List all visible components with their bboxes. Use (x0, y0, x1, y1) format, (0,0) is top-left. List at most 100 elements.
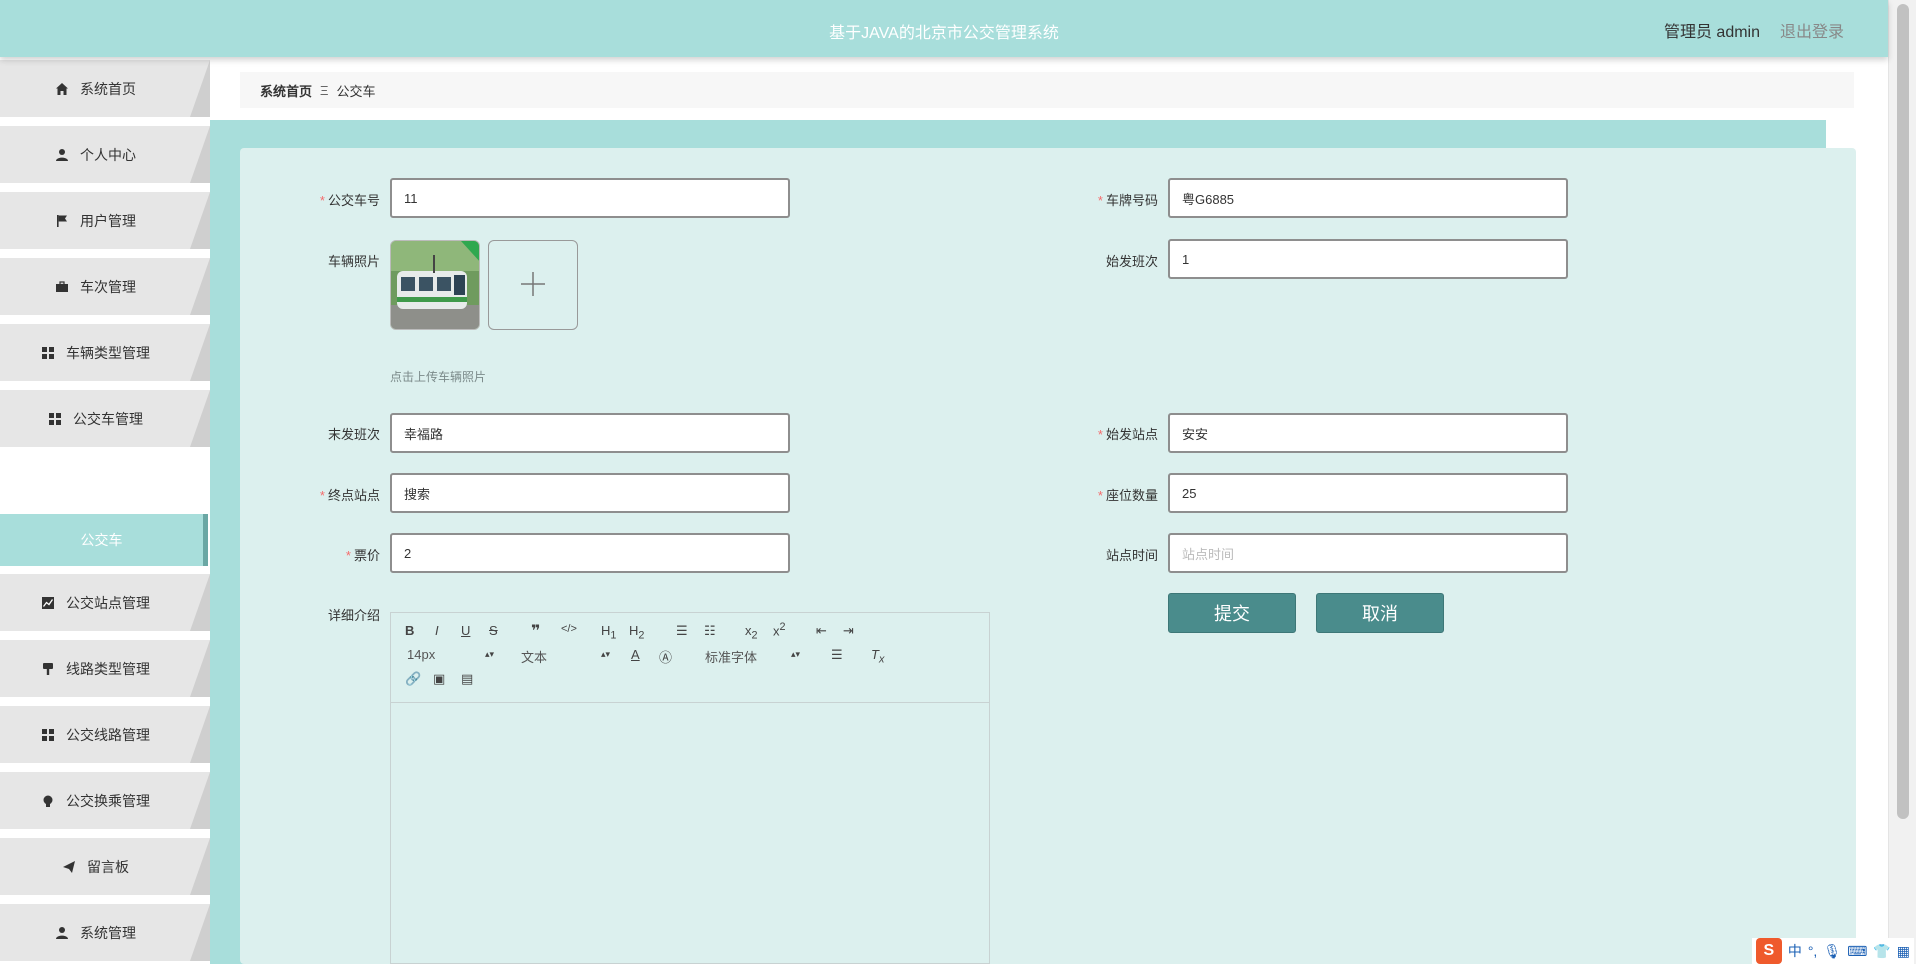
editor-toolbar: B I U S ❞ </> H1 H2 ☰ ☷ x2 x2 ⇤ ⇥ 14px ▴▾… (391, 613, 989, 703)
bold-icon[interactable]: B (405, 623, 414, 638)
blockquote-icon[interactable]: ❞ (531, 621, 540, 641)
link-icon[interactable]: 🔗 (405, 671, 421, 687)
user-icon (54, 925, 70, 941)
sidebar-item-label: 车次管理 (80, 278, 136, 295)
seats-input[interactable]: 25 (1168, 473, 1568, 513)
ordered-list-icon[interactable]: ☰ (676, 623, 688, 639)
ime-punctuation[interactable]: °, (1808, 943, 1818, 959)
sidebar-item-label: 公交站点管理 (66, 594, 150, 611)
bullet-list-icon[interactable]: ☷ (704, 623, 716, 639)
flag-icon (54, 213, 70, 229)
submit-button[interactable]: 提交 (1168, 593, 1296, 633)
sidebar-item-vehicle-types[interactable]: 车辆类型管理 (0, 324, 210, 381)
sidebar-item-label: 用户管理 (80, 212, 136, 229)
h1-icon[interactable]: H1 (601, 623, 616, 642)
sidebar-item-label: 公交车管理 (73, 410, 143, 427)
sidebar-subitem-bus[interactable]: 公交车 (0, 514, 208, 566)
align-icon[interactable]: ☰ (831, 647, 843, 663)
video-icon[interactable]: ▤ (461, 671, 473, 687)
subscript-icon[interactable]: x2 (745, 623, 758, 642)
end-station-input[interactable]: 搜索 (390, 473, 790, 513)
indent-icon[interactable]: ⇥ (843, 623, 854, 639)
sidebar-item-route-types[interactable]: 线路类型管理 (0, 640, 210, 697)
breadcrumb-current: 公交车 (336, 83, 376, 99)
upload-hint: 点击上传车辆照片 (390, 370, 487, 384)
plus-icon (519, 270, 547, 301)
keyboard-icon[interactable]: ⌨ (1847, 943, 1867, 960)
sidebar-item-home[interactable]: 系统首页 (0, 60, 210, 117)
font-color-icon[interactable]: A (631, 647, 640, 662)
microphone-icon[interactable]: 🎙 (1823, 943, 1841, 960)
upload-photo-button[interactable] (488, 240, 578, 330)
chart-icon (40, 595, 56, 611)
first-trip-label: 始发班次 (1105, 254, 1158, 269)
clear-format-icon[interactable]: Tx (871, 647, 884, 666)
fare-input[interactable]: 2 (390, 533, 790, 573)
grid-menu-icon[interactable]: ▦ (1897, 943, 1910, 960)
send-icon (61, 859, 77, 875)
ime-mode[interactable]: 中 (1788, 941, 1802, 961)
sidebar-item-label: 公交线路管理 (66, 726, 150, 743)
sidebar-item-label: 个人中心 (80, 146, 136, 163)
block-type-select[interactable]: 文本 ▴▾ (521, 647, 610, 666)
sidebar-item-routes[interactable]: 公交线路管理 (0, 706, 210, 763)
italic-icon[interactable]: I (435, 623, 439, 638)
sidebar-item-label: 车辆类型管理 (66, 344, 150, 361)
top-header: 基于JAVA的北京市公交管理系统 管理员 admin 退出登录 (0, 0, 1888, 57)
rich-text-editor: B I U S ❞ </> H1 H2 ☰ ☷ x2 x2 ⇤ ⇥ 14px ▴▾… (390, 612, 990, 964)
last-trip-input[interactable]: 幸福路 (390, 413, 790, 453)
start-station-label: * 始发站点 (1097, 427, 1158, 442)
fare-label: * 票价 (345, 548, 380, 563)
bulb-icon (40, 793, 56, 809)
sidebar-item-profile[interactable]: 个人中心 (0, 126, 210, 183)
breadcrumb: 系统首页 Ξ 公交车 (240, 72, 1854, 108)
brush-icon (40, 661, 56, 677)
plate-input[interactable]: 粤G6885 (1168, 178, 1568, 218)
photo-label: 车辆照片 (327, 254, 380, 269)
briefcase-icon (54, 279, 70, 295)
underline-icon[interactable]: U (461, 623, 470, 638)
first-trip-input[interactable]: 1 (1168, 239, 1568, 279)
station-time-input[interactable]: 站点时间 (1168, 533, 1568, 573)
strike-icon[interactable]: S (489, 623, 498, 638)
vehicle-photo[interactable] (390, 240, 480, 330)
background-color-icon[interactable]: Ⓐ (659, 647, 672, 666)
sidebar-item-system[interactable]: 系统管理 (0, 904, 210, 961)
code-icon[interactable]: </> (561, 623, 577, 635)
grid-icon (47, 411, 63, 427)
h2-icon[interactable]: H2 (629, 623, 644, 642)
sidebar-item-stations[interactable]: 公交站点管理 (0, 574, 210, 631)
breadcrumb-home[interactable]: 系统首页 (260, 81, 312, 100)
start-station-input[interactable]: 安安 (1168, 413, 1568, 453)
sidebar-item-bus-management[interactable]: 公交车管理 (0, 390, 210, 447)
app-title: 基于JAVA的北京市公交管理系统 (829, 25, 1059, 42)
sidebar-item-trips[interactable]: 车次管理 (0, 258, 210, 315)
bus-no-input[interactable]: 11 (390, 178, 790, 218)
grid-icon (40, 345, 56, 361)
sidebar: 系统首页 个人中心 用户管理 车次管理 车辆类型管理 公交车管理 公交车 公交站… (0, 60, 210, 964)
font-size-select[interactable]: 14px ▴▾ (407, 647, 495, 662)
image-icon[interactable]: ▣ (433, 671, 445, 687)
user-icon (54, 147, 70, 163)
font-family-select[interactable]: 标准字体 ▴▾ (705, 647, 803, 666)
logout-link[interactable]: 退出登录 (1780, 18, 1844, 42)
sogou-logo-icon[interactable]: S (1755, 938, 1782, 964)
home-icon (54, 81, 70, 97)
cancel-button[interactable]: 取消 (1316, 593, 1444, 633)
plate-label: * 车牌号码 (1097, 193, 1158, 208)
skin-icon[interactable]: 👕 (1873, 943, 1890, 960)
seats-label: * 座位数量 (1097, 488, 1158, 503)
sidebar-item-label: 系统管理 (80, 924, 136, 941)
sidebar-item-label: 留言板 (87, 858, 129, 875)
scrollbar-thumb[interactable] (1897, 4, 1909, 819)
page-scrollbar[interactable] (1888, 0, 1916, 964)
sidebar-item-label: 系统首页 (80, 80, 136, 97)
superscript-icon[interactable]: x2 (773, 621, 786, 638)
sidebar-item-label: 线路类型管理 (66, 660, 150, 677)
sidebar-item-messages[interactable]: 留言板 (0, 838, 210, 895)
outdent-icon[interactable]: ⇤ (816, 623, 827, 639)
sidebar-item-label: 公交换乘管理 (66, 792, 150, 809)
sidebar-item-users[interactable]: 用户管理 (0, 192, 210, 249)
sidebar-item-transfers[interactable]: 公交换乘管理 (0, 772, 210, 829)
end-station-label: * 终点站点 (319, 488, 380, 503)
